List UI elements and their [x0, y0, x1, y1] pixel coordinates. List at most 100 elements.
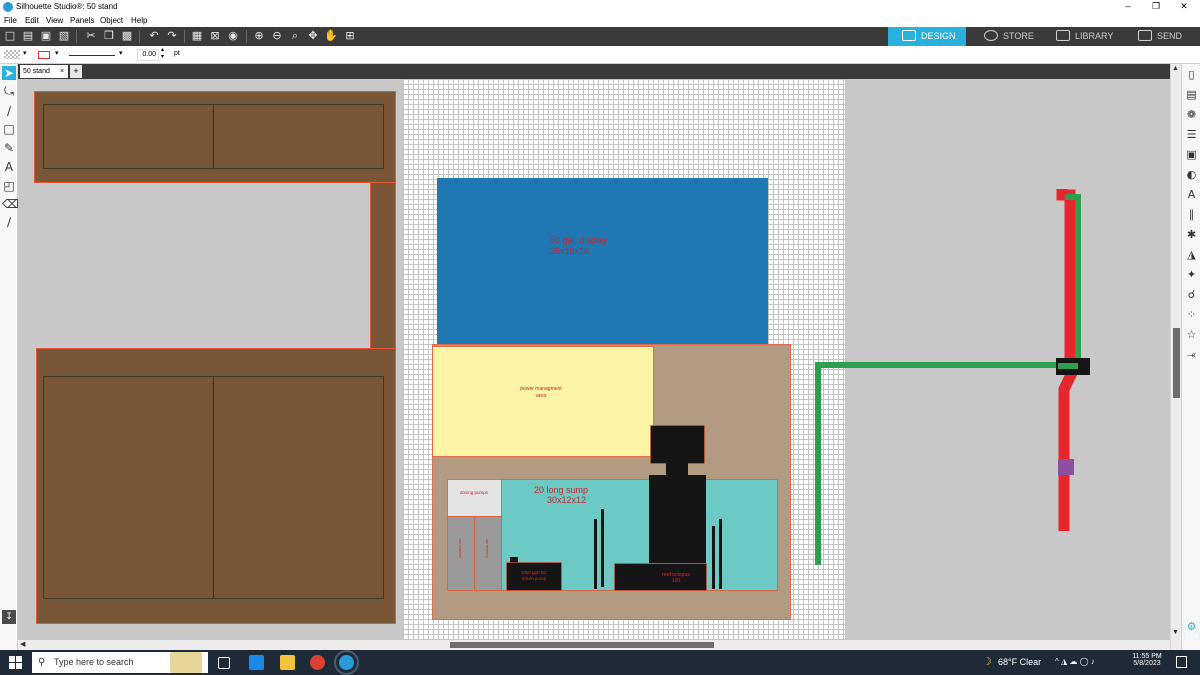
pencil-tool-icon[interactable]: ✎: [2, 141, 16, 155]
fill-tool-icon[interactable]: ◰: [2, 179, 16, 193]
offset-icon[interactable]: ✦: [1185, 268, 1198, 281]
file-explorer-icon[interactable]: [280, 655, 295, 670]
edit-points-icon[interactable]: ◉: [226, 29, 240, 43]
restore-button[interactable]: ❐: [1146, 1, 1166, 12]
line-color-icon[interactable]: ☰: [1185, 128, 1198, 141]
fit-page-icon[interactable]: ⊞: [343, 29, 357, 43]
drain-pipe[interactable]: [815, 362, 1071, 565]
align-icon[interactable]: ∥: [1185, 208, 1198, 221]
silhouette-studio-icon[interactable]: [334, 650, 359, 675]
edit-point-icon[interactable]: ⤿: [2, 84, 16, 98]
line-style-preview[interactable]: [69, 55, 115, 56]
mail-icon[interactable]: [249, 655, 264, 670]
cut-icon[interactable]: ✂: [84, 29, 98, 43]
text-tool-icon[interactable]: A: [2, 160, 16, 174]
open-folder-icon[interactable]: ▤: [21, 29, 35, 43]
line-width-unit: pt: [174, 50, 180, 57]
redo-icon[interactable]: ↷: [165, 29, 179, 43]
display-tank-label: 50 gal. display: [550, 235, 608, 245]
line-width-input[interactable]: 0.00: [137, 49, 159, 61]
main-toolbar: □ ▤ ▣ ▧ ✂ ❐ ▩ ↶ ↷ ▦ ⊠ ◉ ⊕ ⊖ ⌕ ✥ ✋ ⊞ DESI…: [0, 27, 1200, 46]
windows-start-icon[interactable]: [9, 656, 22, 669]
menu-object[interactable]: Object: [100, 16, 123, 25]
power-management-area[interactable]: [432, 346, 654, 457]
close-window-button[interactable]: ✕: [1174, 1, 1194, 12]
fill-color-icon[interactable]: ❁: [1185, 108, 1198, 121]
scroll-down-icon[interactable]: ▼: [1172, 629, 1179, 636]
save-icon[interactable]: ▣: [39, 29, 53, 43]
menu-panels[interactable]: Panels: [70, 16, 94, 25]
weather-text[interactable]: 68°F Clear: [998, 657, 1041, 667]
import-panel-icon[interactable]: ↧: [2, 610, 16, 624]
menu-edit[interactable]: Edit: [25, 16, 39, 25]
trace-icon[interactable]: ☌: [1185, 288, 1198, 301]
paste-icon[interactable]: ▩: [120, 29, 134, 43]
horizontal-scrollbar[interactable]: ◀: [18, 640, 1170, 650]
transform-icon[interactable]: ⤛: [1185, 348, 1198, 361]
task-view-icon[interactable]: [218, 657, 230, 669]
send-icon: [1138, 30, 1152, 41]
copy-icon[interactable]: ❐: [102, 29, 116, 43]
ball-valve[interactable]: [1058, 459, 1074, 475]
zoom-select-icon[interactable]: ⌕: [288, 29, 302, 43]
rectangle-tool-icon[interactable]: □: [2, 122, 16, 136]
knife-tool-icon[interactable]: ∕: [2, 215, 16, 229]
favorite-star-icon[interactable]: ☆: [1185, 328, 1198, 341]
hand-icon[interactable]: ✋: [324, 29, 338, 43]
horizontal-scroll-thumb[interactable]: [450, 642, 714, 648]
library-panel-icon[interactable]: ▣: [1185, 148, 1198, 161]
sketch-icon[interactable]: ⁘: [1185, 308, 1198, 321]
tab-design[interactable]: DESIGN: [888, 27, 966, 46]
notifications-icon[interactable]: [1176, 656, 1187, 668]
chrome-icon[interactable]: [310, 655, 325, 670]
menu-help[interactable]: Help: [131, 16, 147, 25]
tab-50-stand[interactable]: 50 stand ×: [20, 65, 68, 78]
tab-send[interactable]: SEND: [1124, 27, 1200, 46]
stand-side-panel[interactable]: [370, 182, 396, 349]
fill-pattern-swatch[interactable]: [4, 50, 20, 59]
vertical-scrollbar[interactable]: ▲ ▼: [1170, 64, 1181, 650]
stand-top-panel[interactable]: [34, 91, 396, 183]
select-all-icon[interactable]: ▦: [190, 29, 204, 43]
tab-store[interactable]: STORE: [966, 27, 1040, 46]
replicate-icon[interactable]: ✱: [1185, 228, 1198, 241]
stepper-icon[interactable]: ▴ ▾: [161, 47, 164, 61]
line-color-swatch[interactable]: [38, 51, 50, 59]
minimize-button[interactable]: –: [1118, 1, 1138, 11]
scroll-up-icon[interactable]: ▲: [1172, 65, 1179, 72]
new-document-icon[interactable]: □: [3, 29, 17, 43]
menu-view[interactable]: View: [46, 16, 63, 25]
clock[interactable]: 11:55 PM 5/8/2023: [1130, 653, 1164, 667]
text-style-icon[interactable]: A: [1185, 188, 1198, 201]
tab-library[interactable]: LIBRARY: [1040, 27, 1124, 46]
dosing-pumps[interactable]: [447, 479, 502, 517]
design-canvas[interactable]: 50 gal. display 36x18x18 power managment…: [18, 79, 1170, 640]
chevron-down-icon[interactable]: ▾: [23, 49, 27, 57]
stand-bottom-panel[interactable]: [36, 348, 396, 624]
close-tab-icon[interactable]: ×: [60, 65, 64, 78]
send-panel-icon[interactable]: ▤: [1185, 88, 1198, 101]
zoom-out-icon[interactable]: ⊖: [270, 29, 284, 43]
modify-icon[interactable]: ◮: [1185, 248, 1198, 261]
vertical-scroll-thumb[interactable]: [1173, 328, 1180, 398]
settings-gear-icon[interactable]: ⚙: [1185, 620, 1198, 633]
pan-icon[interactable]: ✥: [306, 29, 320, 43]
chevron-down-icon[interactable]: ▾: [119, 49, 123, 57]
zoom-in-icon[interactable]: ⊕: [252, 29, 266, 43]
print-icon[interactable]: ▧: [57, 29, 71, 43]
eraser-tool-icon[interactable]: ⌫: [2, 197, 19, 211]
scroll-left-icon[interactable]: ◀: [20, 640, 25, 648]
contrast-icon[interactable]: ◐: [1185, 168, 1198, 181]
menu-file[interactable]: File: [4, 16, 17, 25]
chevron-down-icon[interactable]: ▾: [55, 49, 59, 57]
clock-date: 5/8/2023: [1133, 660, 1161, 667]
undo-icon[interactable]: ↶: [147, 29, 161, 43]
line-tool-icon[interactable]: ∕: [2, 104, 16, 118]
select-arrow-icon[interactable]: ➤: [2, 66, 16, 80]
tray-icons[interactable]: ^ ◮ ☁ ◯ ♪: [1055, 657, 1095, 666]
page-setup-icon[interactable]: ▯: [1185, 68, 1198, 81]
windows-taskbar: Type here to search ⚲ ☽ 68°F Clear ^ ◮ ☁…: [0, 650, 1200, 675]
display-tank[interactable]: [437, 178, 768, 344]
deselect-icon[interactable]: ⊠: [208, 29, 222, 43]
new-tab-button[interactable]: +: [70, 65, 82, 78]
